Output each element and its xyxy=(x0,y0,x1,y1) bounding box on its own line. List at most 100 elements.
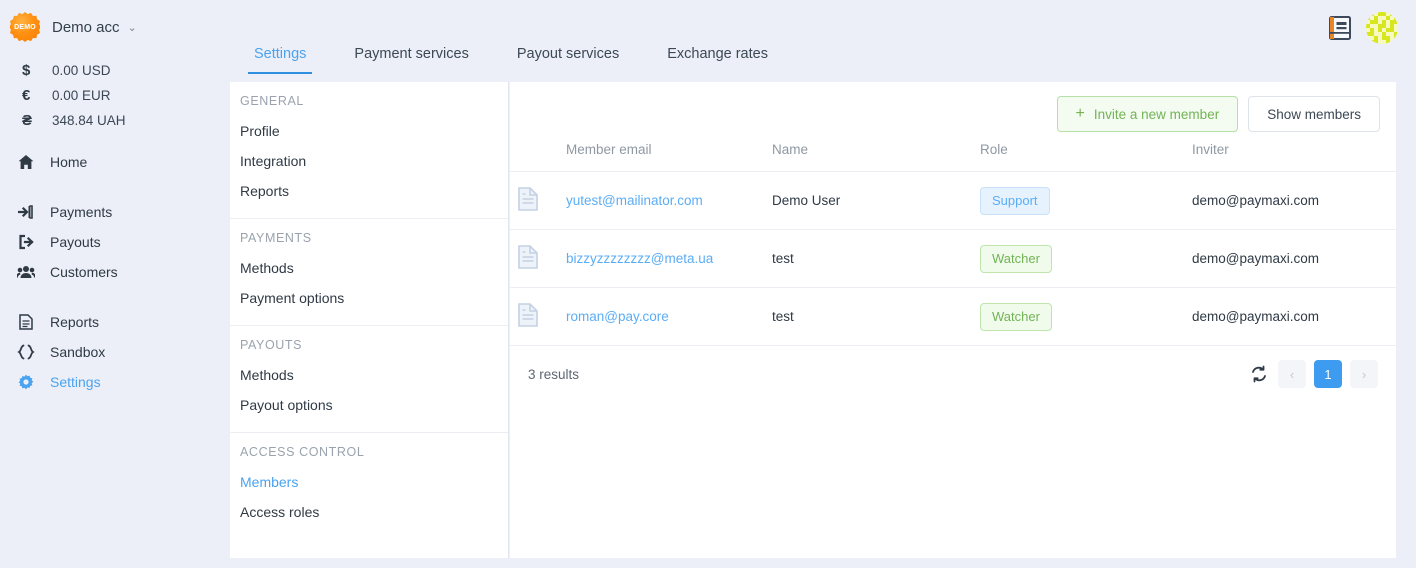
left-sidebar: DEMO Demo acc ⌄ $ 0.00 USD € 0.00 EUR ₴ … xyxy=(0,0,220,568)
sidebar-item-payouts[interactable]: Payouts xyxy=(12,227,220,257)
row-name-cell: Demo User xyxy=(772,171,980,230)
table-row[interactable]: roman@pay.core test Watcher demo@paymaxi… xyxy=(510,287,1396,346)
book-icon[interactable] xyxy=(1328,15,1352,41)
document-icon xyxy=(518,303,566,330)
balance-row-uah: ₴ 348.84 UAH xyxy=(22,108,220,133)
sidebar-item-customers[interactable]: Customers xyxy=(12,257,220,287)
pagination-prev[interactable]: ‹ xyxy=(1278,360,1306,388)
tab-label-payment-services: Payment services xyxy=(354,46,469,62)
row-role-cell: Watcher xyxy=(980,287,1192,346)
row-icon-cell xyxy=(510,229,566,288)
document-icon xyxy=(518,245,566,272)
balance-amount-uah: 348.84 UAH xyxy=(52,113,126,128)
row-name-cell: test xyxy=(772,287,980,346)
payments-icon xyxy=(16,204,36,220)
tab-label-settings: Settings xyxy=(254,46,307,62)
submenu-item-payout-options[interactable]: Payout options xyxy=(230,390,508,420)
badge-label: DEMO xyxy=(14,23,36,31)
row-inviter-cell: demo@paymaxi.com xyxy=(1192,287,1396,346)
pagination-page-1[interactable]: 1 xyxy=(1314,360,1342,388)
sidebar-label-customers: Customers xyxy=(50,264,118,280)
demo-logo-badge: DEMO xyxy=(10,12,40,42)
tab-settings[interactable]: Settings xyxy=(230,44,330,74)
submenu-item-payout-methods[interactable]: Methods xyxy=(230,360,508,390)
row-role-cell: Watcher xyxy=(980,229,1192,288)
submenu-item-profile[interactable]: Profile xyxy=(230,116,508,146)
member-email-link[interactable]: bizzyzzzzzzzz@meta.ua xyxy=(566,251,713,266)
members-table-head: Member email Name Role Inviter xyxy=(510,134,1396,172)
sidebar-label-reports: Reports xyxy=(50,314,100,330)
members-panel: + Invite a new member Show members Membe… xyxy=(510,82,1396,558)
tab-label-exchange-rates: Exchange rates xyxy=(667,46,768,62)
submenu-item-payment-options[interactable]: Payment options xyxy=(230,283,508,313)
row-inviter-cell: demo@paymaxi.com xyxy=(1192,171,1396,230)
spacer-payouts xyxy=(230,420,508,432)
invite-button-label: Invite a new member xyxy=(1093,106,1220,122)
sidebar-item-home[interactable]: Home xyxy=(12,147,220,177)
pagination: ‹ 1 › xyxy=(1248,360,1378,388)
member-email-link[interactable]: yutest@mailinator.com xyxy=(566,193,703,208)
home-icon xyxy=(16,154,36,170)
currency-symbol-eur: € xyxy=(22,87,31,104)
submenu-title-general: GENERAL xyxy=(240,94,304,108)
submenu-item-access-roles[interactable]: Access roles xyxy=(230,497,508,527)
column-header-inviter: Inviter xyxy=(1192,134,1396,172)
invite-new-member-button[interactable]: + Invite a new member xyxy=(1056,96,1239,132)
sidebar-item-settings[interactable]: Settings xyxy=(12,367,220,397)
submenu-item-reports[interactable]: Reports xyxy=(230,176,508,206)
avatar[interactable] xyxy=(1366,12,1398,44)
role-badge: Watcher xyxy=(980,244,1052,273)
role-badge: Watcher xyxy=(980,302,1052,331)
chevron-down-icon: ⌄ xyxy=(127,21,137,34)
balance-amount-usd: 0.00 USD xyxy=(52,63,111,78)
account-name: Demo acc xyxy=(52,18,120,36)
account-switcher[interactable]: DEMO Demo acc ⌄ xyxy=(0,0,220,54)
refresh-icon[interactable] xyxy=(1248,363,1270,385)
customers-icon xyxy=(16,264,36,280)
submenu-item-members[interactable]: Members xyxy=(230,467,508,497)
pagination-next[interactable]: › xyxy=(1350,360,1378,388)
column-header-name: Name xyxy=(772,134,980,172)
spacer-general xyxy=(230,206,508,218)
members-table-body: yutest@mailinator.com Demo User Support … xyxy=(510,171,1396,346)
balance-row-usd: $ 0.00 USD xyxy=(22,58,220,83)
balance-amount-eur: 0.00 EUR xyxy=(52,88,111,103)
balance-row-eur: € 0.00 EUR xyxy=(22,83,220,108)
sidebar-label-settings: Settings xyxy=(50,374,101,390)
row-icon-cell xyxy=(510,171,566,230)
reports-icon xyxy=(16,314,36,330)
top-tabs: Settings Payment services Payout service… xyxy=(220,44,1416,80)
row-email-cell: roman@pay.core xyxy=(566,287,772,346)
currency-symbol-uah: ₴ xyxy=(22,112,33,129)
submenu-item-integration[interactable]: Integration xyxy=(230,146,508,176)
plus-icon: + xyxy=(1075,105,1085,122)
tab-payment-services[interactable]: Payment services xyxy=(330,44,492,74)
role-badge: Support xyxy=(980,186,1050,215)
currency-symbol-usd: $ xyxy=(22,62,31,79)
submenu-group-payouts: PAYOUTS Methods Payout options xyxy=(230,325,508,432)
row-role-cell: Support xyxy=(980,171,1192,230)
table-row[interactable]: bizzyzzzzzzzz@meta.ua test Watcher demo@… xyxy=(510,229,1396,288)
show-members-button[interactable]: Show members xyxy=(1248,96,1380,132)
column-header-role: Role xyxy=(980,134,1192,172)
tab-exchange-rates[interactable]: Exchange rates xyxy=(643,44,792,74)
sidebar-item-reports[interactable]: Reports xyxy=(12,307,220,337)
table-row[interactable]: yutest@mailinator.com Demo User Support … xyxy=(510,171,1396,230)
sidebar-item-sandbox[interactable]: Sandbox xyxy=(12,337,220,367)
payouts-icon xyxy=(16,234,36,250)
column-header-icon xyxy=(510,134,566,172)
tab-label-payout-services: Payout services xyxy=(516,46,620,62)
member-email-link[interactable]: roman@pay.core xyxy=(566,309,669,324)
document-icon xyxy=(518,187,566,214)
submenu-item-payment-methods[interactable]: Methods xyxy=(230,253,508,283)
submenu-title-payouts: PAYOUTS xyxy=(240,338,303,352)
tab-payout-services[interactable]: Payout services xyxy=(493,44,643,74)
row-name-cell: test xyxy=(772,229,980,288)
balances-list: $ 0.00 USD € 0.00 EUR ₴ 348.84 UAH xyxy=(0,58,220,133)
submenu-group-general: GENERAL Profile Integration Reports xyxy=(230,82,508,218)
table-header-row: Member email Name Role Inviter xyxy=(510,134,1396,172)
sidebar-label-home: Home xyxy=(50,154,88,170)
show-members-label: Show members xyxy=(1267,106,1361,122)
column-header-member-email: Member email xyxy=(566,134,772,172)
sidebar-item-payments[interactable]: Payments xyxy=(12,197,220,227)
